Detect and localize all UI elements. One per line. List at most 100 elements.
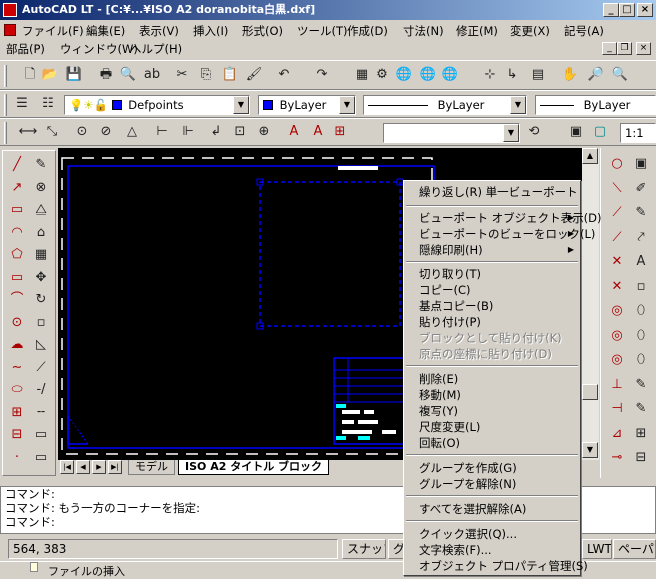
menu-tools[interactable]: ツール(T) [297, 23, 348, 39]
text-tool-icon[interactable]: ⊞ [631, 424, 651, 444]
autocad-app-icon[interactable] [3, 3, 17, 17]
open-icon[interactable]: 📂 [40, 65, 60, 85]
array-icon[interactable]: ▦ [31, 245, 51, 265]
text-tool-icon[interactable]: ⤤ [631, 228, 651, 248]
tab-model[interactable]: モデル [128, 460, 175, 475]
menu-format[interactable]: 形式(O) [242, 23, 283, 39]
osnap-icon[interactable]: ⊸ [607, 448, 627, 468]
snap-toggle[interactable]: スナップ [342, 539, 386, 559]
insert-block-icon[interactable]: ⊞ [7, 403, 27, 423]
chevron-down-icon[interactable]: ▼ [339, 96, 355, 114]
osnap-icon[interactable]: ○ [607, 154, 627, 174]
tab-prev-button[interactable]: ◀ [76, 460, 90, 474]
scale-icon[interactable]: ▫ [31, 313, 51, 333]
text-tool-icon[interactable]: ⬯ [631, 350, 651, 370]
vertical-scrollbar[interactable]: ▲ ▼ [582, 148, 599, 460]
tab-first-button[interactable]: |◀ [60, 460, 74, 474]
context-menu-item[interactable]: 文字検索(F)... [404, 542, 580, 558]
text-tool-icon[interactable]: ✎ [631, 203, 651, 223]
tolerance-icon[interactable]: ⊡ [230, 122, 250, 142]
point-icon[interactable]: · [7, 448, 27, 468]
context-menu-item[interactable]: クイック選択(Q)... [404, 526, 580, 542]
arc-icon[interactable]: ◠ [7, 223, 27, 243]
ellipse-icon[interactable]: ⬭ [7, 380, 27, 400]
chevron-down-icon[interactable]: ▼ [503, 124, 519, 142]
dimtedit-icon[interactable]: A [308, 122, 328, 142]
make-block-icon[interactable]: ⊟ [7, 425, 27, 445]
line-icon[interactable]: ╱ [7, 155, 27, 175]
osnap-icon[interactable]: ⟍ [607, 179, 627, 199]
text-tool-icon[interactable]: ✐ [631, 179, 651, 199]
tab-layout[interactable]: ISO A2 タイトル ブロック [178, 460, 330, 475]
context-menu-item[interactable]: 隠線印刷(H) ▶ [404, 242, 580, 258]
revcloud-icon[interactable]: ☁ [7, 335, 27, 355]
close-button[interactable]: × [637, 3, 653, 17]
text-tool-icon[interactable]: A [631, 252, 651, 272]
copy-object-icon[interactable]: ⊗ [31, 178, 51, 198]
menu-parts[interactable]: 部品(P) [6, 41, 45, 57]
menu-symbol[interactable]: 記号(A) [564, 23, 604, 39]
text-tool-icon[interactable]: ⬯ [631, 301, 651, 321]
cut-icon[interactable]: ✂ [172, 65, 192, 85]
text-tool-icon[interactable]: ▫ [631, 277, 651, 297]
context-menu-item[interactable]: オブジェクト プロパティ管理(S) [404, 558, 588, 574]
toolbar-grip[interactable] [4, 122, 7, 144]
text-tool-icon[interactable]: ⬯ [631, 326, 651, 346]
polygon-icon[interactable]: ⬠ [7, 245, 27, 265]
zoom-window-icon[interactable]: 🔍 [610, 65, 630, 85]
context-menu-item[interactable]: 削除(E) [404, 371, 580, 387]
baseline-dim-icon[interactable]: ⊢ [152, 122, 172, 142]
break-icon[interactable]: ╌ [31, 403, 51, 423]
redo-icon[interactable]: ↷ [312, 65, 332, 85]
zoom-realtime-icon[interactable]: 🔎 [586, 65, 606, 85]
context-menu-item[interactable]: 繰り返し(R) 単一ビューポート [404, 184, 580, 200]
linetype-combo[interactable]: ByLayer ▼ [363, 95, 527, 115]
lwt-toggle[interactable]: LWT [582, 539, 612, 559]
web-icon[interactable]: 🌐 [394, 65, 414, 85]
osnap-icon[interactable]: ⊥ [607, 375, 627, 395]
mirror-icon[interactable]: ⧋ [31, 200, 51, 220]
rectangle-icon[interactable]: ▭ [7, 268, 27, 288]
radius-dim-icon[interactable]: ⊙ [72, 122, 92, 142]
leader-icon[interactable]: ↲ [206, 122, 226, 142]
menu-help[interactable]: ヘルプ(H) [130, 41, 182, 57]
context-menu-item[interactable]: 尺度変更(L) [404, 419, 580, 435]
properties-icon[interactable]: ⚙ [372, 65, 392, 85]
menu-modify[interactable]: 修正(M) [456, 23, 498, 39]
osnap-icon[interactable]: ⊣ [607, 399, 627, 419]
web2-icon[interactable]: 🌐 [418, 65, 438, 85]
menu-insert[interactable]: 挿入(I) [193, 23, 228, 39]
tab-next-button[interactable]: ▶ [92, 460, 106, 474]
design-center-icon[interactable]: ▦ [352, 65, 372, 85]
paper-toggle[interactable]: ペーパ [613, 539, 656, 559]
rotate-icon[interactable]: ↻ [31, 290, 51, 310]
viewport-icon[interactable]: ▣ [566, 122, 586, 142]
menu-change[interactable]: 変更(X) [510, 23, 550, 39]
extend-icon[interactable]: -/ [31, 380, 51, 400]
erase-icon[interactable]: ✎ [31, 155, 51, 175]
continue-dim-icon[interactable]: ⊩ [178, 122, 198, 142]
color-combo[interactable]: ByLayer ▼ [258, 95, 356, 115]
context-menu-item[interactable]: コピー(C) [404, 282, 580, 298]
osnap-icon[interactable]: ✕ [607, 277, 627, 297]
scroll-thumb[interactable] [582, 384, 598, 400]
taskbar-item[interactable]: ファイルの挿入 [48, 563, 125, 579]
menu-edit[interactable]: 編集(E) [86, 23, 125, 39]
spell-icon[interactable]: ab [142, 65, 162, 85]
context-menu-item[interactable]: 移動(M) [404, 387, 580, 403]
center-mark-icon[interactable]: ⊕ [254, 122, 274, 142]
new-icon[interactable]: 🗋 [20, 65, 40, 85]
toolbar-grip[interactable] [4, 94, 7, 116]
tab-last-button[interactable]: ▶| [108, 460, 122, 474]
web3-icon[interactable]: 🌐 [440, 65, 460, 85]
linear-dim-icon[interactable]: ⟷ [18, 122, 38, 142]
doc-minimize-button[interactable]: _ [602, 42, 617, 55]
context-menu-item[interactable]: ビューポートのビューをロック(L) ▶ [404, 226, 595, 242]
construction-line-icon[interactable]: ↗ [7, 178, 27, 198]
context-menu-item[interactable]: 複写(Y) [404, 403, 580, 419]
preview-icon[interactable]: 🔍 [118, 65, 138, 85]
doc-restore-button[interactable]: ❐ [617, 42, 632, 55]
pan-icon[interactable]: ✋ [560, 65, 580, 85]
polyline-icon[interactable]: ▭ [7, 200, 27, 220]
lineweight-combo[interactable]: ByLayer [535, 95, 656, 115]
